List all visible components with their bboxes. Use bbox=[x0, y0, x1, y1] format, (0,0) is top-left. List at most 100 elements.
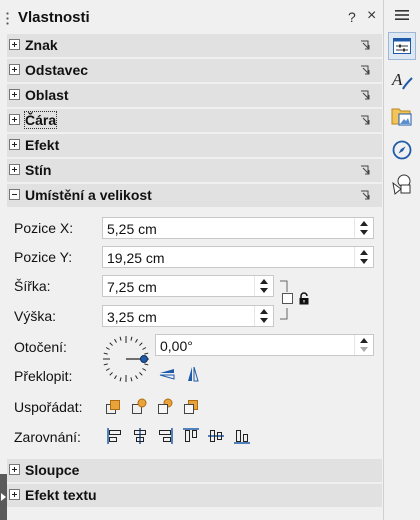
tab-navigator[interactable] bbox=[388, 136, 416, 164]
increase-icon[interactable] bbox=[360, 338, 368, 343]
flip-vertically-icon[interactable] bbox=[158, 365, 176, 383]
styles-icon: A bbox=[391, 70, 413, 90]
more-options-icon[interactable] bbox=[360, 40, 370, 50]
section-label: Odstavec bbox=[25, 62, 89, 78]
spin-buttons[interactable] bbox=[354, 247, 373, 267]
rotation-value[interactable]: 0,00° bbox=[160, 338, 193, 354]
spin-buttons[interactable] bbox=[354, 335, 373, 355]
bring-forward-icon[interactable] bbox=[131, 397, 149, 415]
decrease-icon[interactable] bbox=[360, 259, 368, 264]
expand-icon[interactable] bbox=[9, 114, 20, 125]
gallery-icon bbox=[391, 108, 412, 126]
panel-titlebar: Vlastnosti ? × bbox=[0, 0, 383, 34]
increase-icon[interactable] bbox=[360, 221, 368, 226]
section-efekt-textu[interactable]: Efekt textu bbox=[7, 484, 382, 507]
position-y-field[interactable]: 19,25 cm bbox=[102, 246, 374, 268]
more-options-icon[interactable] bbox=[360, 165, 370, 175]
position-y-value[interactable]: 19,25 cm bbox=[107, 250, 165, 266]
shapes-icon bbox=[392, 174, 411, 195]
position-y-label: Pozice Y: bbox=[14, 249, 73, 265]
position-x-label: Pozice X: bbox=[14, 220, 74, 236]
arrange-label: Uspořádat: bbox=[14, 399, 83, 415]
more-options-icon[interactable] bbox=[360, 65, 370, 75]
width-field[interactable]: 7,25 cm bbox=[102, 275, 274, 297]
help-button[interactable]: ? bbox=[348, 9, 356, 25]
keep-ratio-checkbox[interactable] bbox=[282, 293, 293, 304]
more-options-icon[interactable] bbox=[360, 90, 370, 100]
dial-tick bbox=[139, 372, 143, 376]
width-value[interactable]: 7,25 cm bbox=[107, 279, 157, 295]
dial-tick bbox=[144, 363, 149, 366]
increase-icon[interactable] bbox=[360, 250, 368, 255]
dial-tick bbox=[130, 377, 133, 382]
flip-horizontally-icon[interactable] bbox=[184, 365, 202, 383]
dial-tick bbox=[109, 372, 113, 376]
increase-icon[interactable] bbox=[260, 279, 268, 284]
dial-tick bbox=[135, 375, 138, 380]
section-efekt[interactable]: Efekt bbox=[7, 134, 382, 157]
dial-tick bbox=[105, 368, 110, 371]
expand-icon[interactable] bbox=[9, 39, 20, 50]
sidebar-tabbar: A bbox=[383, 0, 420, 520]
decrease-icon[interactable] bbox=[360, 347, 368, 352]
spin-buttons[interactable] bbox=[254, 276, 273, 296]
tab-shapes[interactable] bbox=[388, 170, 416, 198]
section-umisteni[interactable]: Umístění a velikost bbox=[7, 184, 382, 207]
dial-tick bbox=[144, 352, 149, 355]
expand-icon[interactable] bbox=[9, 89, 20, 100]
more-options-icon[interactable] bbox=[360, 190, 370, 200]
section-stin[interactable]: Stín bbox=[7, 159, 382, 182]
more-options-icon[interactable] bbox=[360, 115, 370, 125]
properties-icon bbox=[393, 38, 411, 54]
panel-title: Vlastnosti bbox=[18, 9, 90, 26]
section-label: Stín bbox=[25, 162, 52, 178]
tab-styles[interactable]: A bbox=[388, 66, 416, 94]
expand-icon[interactable] bbox=[9, 139, 20, 150]
align-center-icon[interactable] bbox=[131, 427, 149, 445]
tab-properties[interactable] bbox=[388, 32, 416, 60]
dial-tick bbox=[105, 347, 110, 350]
decrease-icon[interactable] bbox=[360, 230, 368, 235]
section-oblast[interactable]: Oblast bbox=[7, 84, 382, 107]
bring-to-front-icon[interactable] bbox=[105, 397, 123, 415]
expand-icon[interactable] bbox=[9, 164, 20, 175]
rotation-dial[interactable] bbox=[100, 334, 152, 384]
align-bottom-icon[interactable] bbox=[233, 427, 251, 445]
align-right-icon[interactable] bbox=[156, 427, 174, 445]
tab-gallery[interactable] bbox=[388, 102, 416, 130]
decrease-icon[interactable] bbox=[260, 318, 268, 323]
spin-buttons[interactable] bbox=[354, 218, 373, 238]
align-middle-icon[interactable] bbox=[207, 427, 225, 445]
send-to-back-icon[interactable] bbox=[183, 397, 201, 415]
rotation-field[interactable]: 0,00° bbox=[155, 334, 374, 356]
height-field[interactable]: 3,25 cm bbox=[102, 305, 274, 327]
menu-icon[interactable] bbox=[395, 9, 409, 21]
expand-icon[interactable] bbox=[9, 64, 20, 75]
position-x-value[interactable]: 5,25 cm bbox=[107, 221, 157, 237]
dial-tick bbox=[135, 338, 138, 343]
expand-icon[interactable] bbox=[9, 489, 20, 500]
dial-tick bbox=[119, 336, 122, 341]
expand-icon[interactable] bbox=[9, 464, 20, 475]
section-znak[interactable]: Znak bbox=[7, 34, 382, 57]
collapse-sidebar-handle[interactable] bbox=[0, 474, 7, 520]
spin-buttons[interactable] bbox=[254, 306, 273, 326]
align-left-icon[interactable] bbox=[106, 427, 124, 445]
section-label: Čára bbox=[23, 111, 58, 129]
align-top-icon[interactable] bbox=[182, 427, 200, 445]
section-odstavec[interactable]: Odstavec bbox=[7, 59, 382, 82]
position-x-field[interactable]: 5,25 cm bbox=[102, 217, 374, 239]
send-backward-icon[interactable] bbox=[157, 397, 175, 415]
section-sloupce[interactable]: Sloupce bbox=[7, 459, 382, 482]
dial-tick bbox=[119, 377, 122, 382]
height-value[interactable]: 3,25 cm bbox=[107, 309, 157, 325]
close-button[interactable]: × bbox=[367, 7, 376, 25]
flip-label: Překlopit: bbox=[14, 368, 73, 384]
collapse-icon[interactable] bbox=[9, 189, 20, 200]
section-cara[interactable]: Čára bbox=[7, 109, 382, 132]
drag-grip-icon[interactable] bbox=[6, 11, 9, 25]
decrease-icon[interactable] bbox=[260, 288, 268, 293]
dial-tick bbox=[103, 352, 108, 355]
alignment-label: Zarovnání: bbox=[14, 429, 81, 445]
increase-icon[interactable] bbox=[260, 309, 268, 314]
